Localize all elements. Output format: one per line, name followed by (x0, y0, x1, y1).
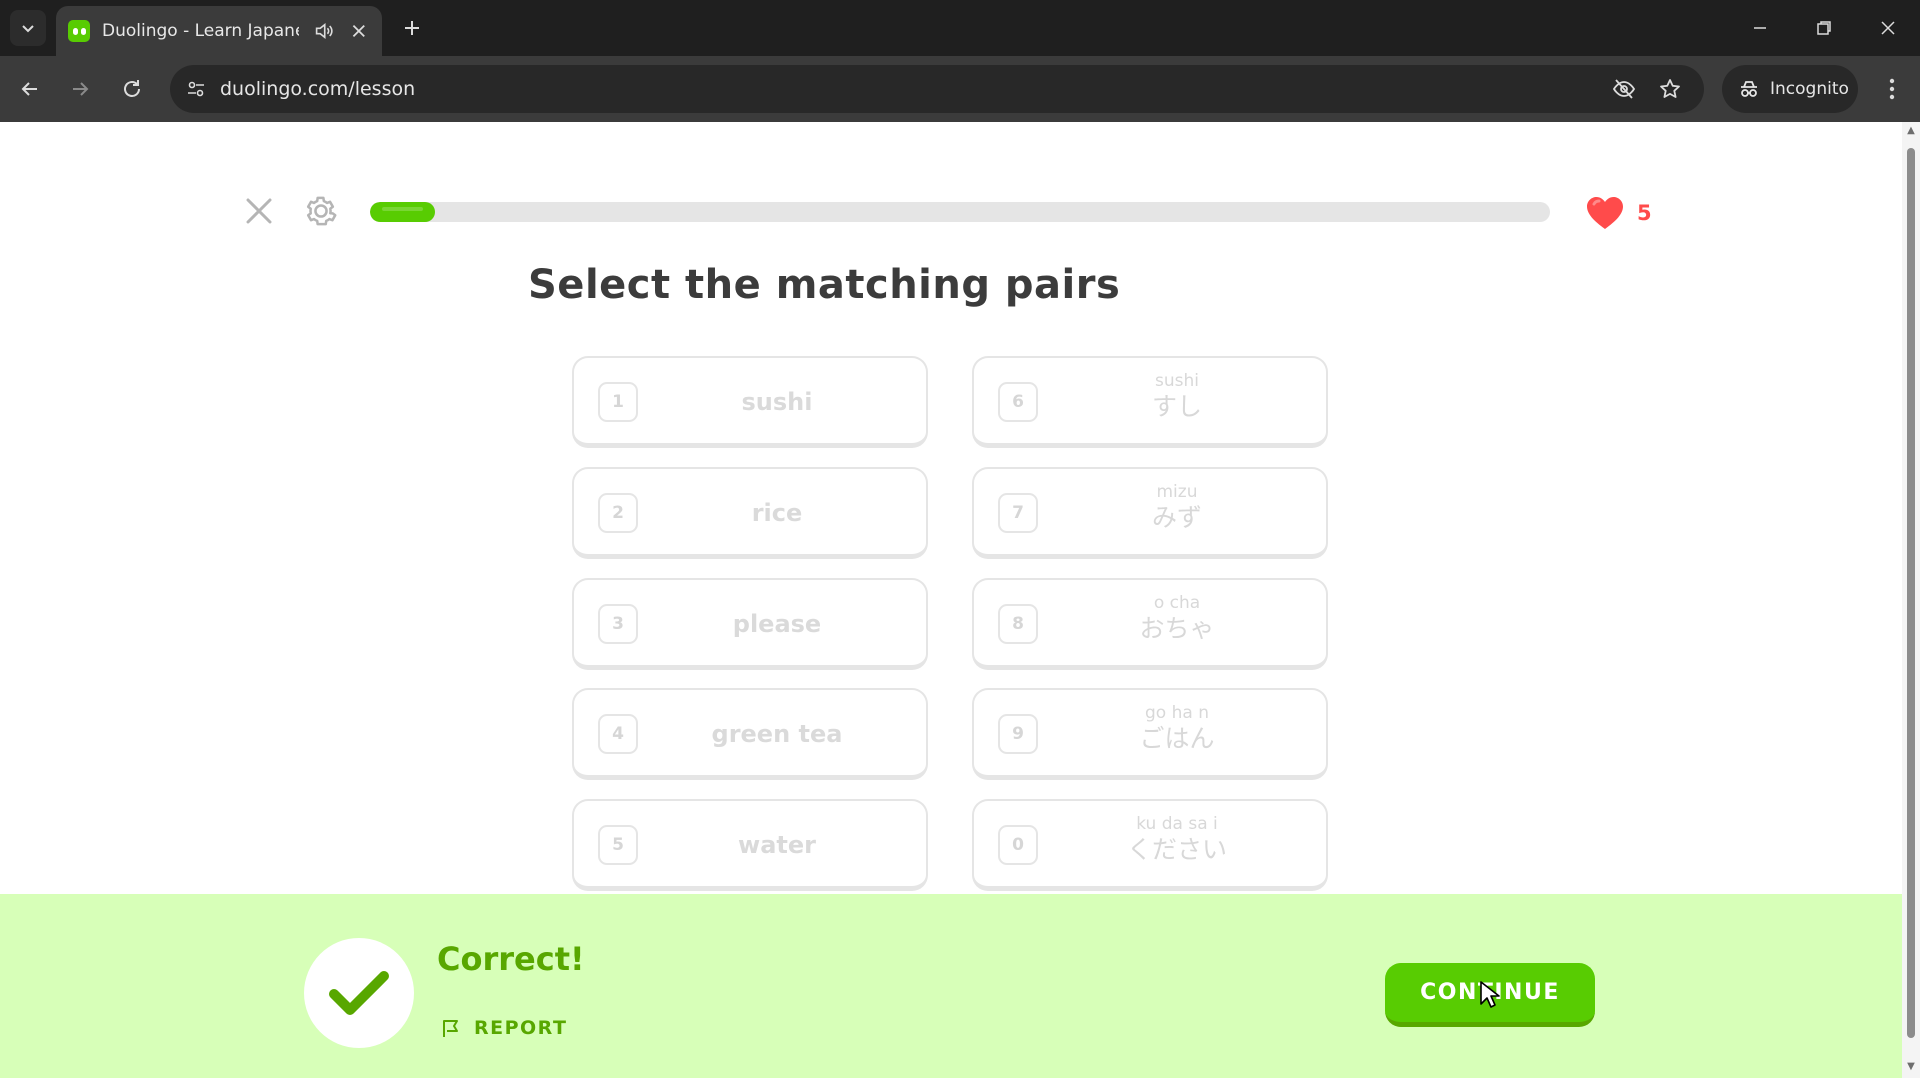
window-close-icon[interactable] (1868, 10, 1908, 46)
tile-number: 6 (998, 382, 1038, 422)
success-badge (304, 938, 414, 1048)
gear-icon[interactable] (302, 192, 340, 230)
tile-text: water (738, 830, 816, 859)
page-title: Select the matching pairs (528, 262, 1121, 308)
scroll-up-icon[interactable]: ▲ (1905, 126, 1917, 136)
tile-number: 0 (998, 825, 1038, 865)
report-label: REPORT (474, 1017, 568, 1039)
tile-number: 4 (598, 714, 638, 754)
match-tile-left[interactable]: 1 sushi (572, 356, 928, 448)
duolingo-favicon (68, 20, 90, 42)
page-scrollbar[interactable]: ▲ ▼ (1902, 122, 1920, 1078)
close-icon[interactable] (242, 194, 276, 228)
checkmark-icon (329, 971, 389, 1015)
match-tile-left[interactable]: 4 green tea (572, 688, 928, 780)
tile-kana: みず (1151, 503, 1202, 532)
tile-romaji: mizu (1156, 482, 1198, 502)
tile-text: rice (751, 498, 803, 527)
browser-tab-bar: Duolingo - Learn Japanese (0, 0, 1920, 56)
kebab-menu-icon[interactable] (1876, 73, 1908, 105)
tile-japanese: ku da sa i ください (1044, 813, 1310, 865)
match-tile-right[interactable]: 8 o cha おちゃ (972, 578, 1328, 670)
heart-icon (1587, 197, 1623, 229)
eye-off-icon[interactable] (1610, 75, 1638, 103)
feedback-footer: Correct! REPORT CONTINUE (0, 894, 1902, 1078)
match-tile-left[interactable]: 2 rice (572, 467, 928, 559)
match-tile-right[interactable]: 0 ku da sa i ください (972, 799, 1328, 891)
tile-number: 5 (598, 825, 638, 865)
scroll-thumb[interactable] (1907, 148, 1915, 1038)
tab-dropdown-icon[interactable] (10, 10, 46, 46)
feedback-title: Correct! (437, 940, 585, 978)
tile-number: 2 (598, 493, 638, 533)
hearts-count: 5 (1637, 201, 1652, 225)
tile-japanese: sushi すし (1044, 370, 1310, 422)
lesson-progress-bar (370, 202, 1550, 222)
tile-japanese: mizu みず (1044, 481, 1310, 533)
mouse-cursor-icon (1480, 981, 1500, 1008)
match-tile-left[interactable]: 5 water (572, 799, 928, 891)
tile-romaji: sushi (1155, 371, 1199, 391)
report-button[interactable]: REPORT (440, 1016, 567, 1040)
tile-text: sushi (741, 387, 813, 416)
tile-japanese: o cha おちゃ (1044, 592, 1310, 644)
back-icon[interactable] (14, 73, 46, 105)
url-text[interactable]: duolingo.com/lesson (220, 78, 415, 100)
tile-number: 3 (598, 604, 638, 644)
incognito-label: Incognito (1770, 79, 1849, 99)
audio-icon[interactable] (313, 20, 335, 42)
tile-number: 9 (998, 714, 1038, 754)
lesson-page: 5 Select the matching pairs 1 sushi 2 ri… (0, 122, 1902, 1078)
scroll-down-icon[interactable]: ▼ (1905, 1062, 1917, 1072)
match-tile-left[interactable]: 3 please (572, 578, 928, 670)
forward-icon[interactable] (64, 73, 96, 105)
address-bar[interactable]: duolingo.com/lesson (170, 65, 1704, 113)
tile-number: 1 (598, 382, 638, 422)
match-tile-right[interactable]: 6 sushi すし (972, 356, 1328, 448)
tile-romaji: go ha n (1145, 703, 1209, 723)
tile-kana: ごはん (1139, 724, 1215, 753)
tile-text: green tea (711, 719, 843, 748)
tile-kana: おちゃ (1139, 614, 1215, 643)
close-icon[interactable] (348, 20, 370, 42)
match-tile-right[interactable]: 7 mizu みず (972, 467, 1328, 559)
tile-japanese: go ha n ごはん (1044, 702, 1310, 754)
tile-romaji: ku da sa i (1136, 814, 1218, 834)
tile-number: 8 (998, 604, 1038, 644)
browser-tab[interactable]: Duolingo - Learn Japanese (56, 6, 382, 56)
tile-number: 7 (998, 493, 1038, 533)
reload-icon[interactable] (116, 73, 148, 105)
tile-romaji: o cha (1153, 593, 1201, 613)
incognito-indicator[interactable]: Incognito (1722, 65, 1858, 113)
plus-icon[interactable] (396, 12, 428, 44)
restore-icon[interactable] (1804, 10, 1844, 46)
star-icon[interactable] (1656, 75, 1684, 103)
flag-icon (443, 1020, 458, 1037)
tile-text: please (732, 609, 822, 638)
site-info-icon[interactable] (180, 73, 212, 105)
incognito-icon (1741, 81, 1757, 97)
minimize-icon[interactable] (1740, 10, 1780, 46)
tile-kana: ください (1126, 835, 1227, 864)
tab-title: Duolingo - Learn Japanese (102, 21, 299, 41)
tile-kana: すし (1151, 392, 1202, 421)
progress-fill (370, 202, 435, 222)
match-tile-right[interactable]: 9 go ha n ごはん (972, 688, 1328, 780)
browser-toolbar: duolingo.com/lesson Incognito (0, 56, 1920, 122)
